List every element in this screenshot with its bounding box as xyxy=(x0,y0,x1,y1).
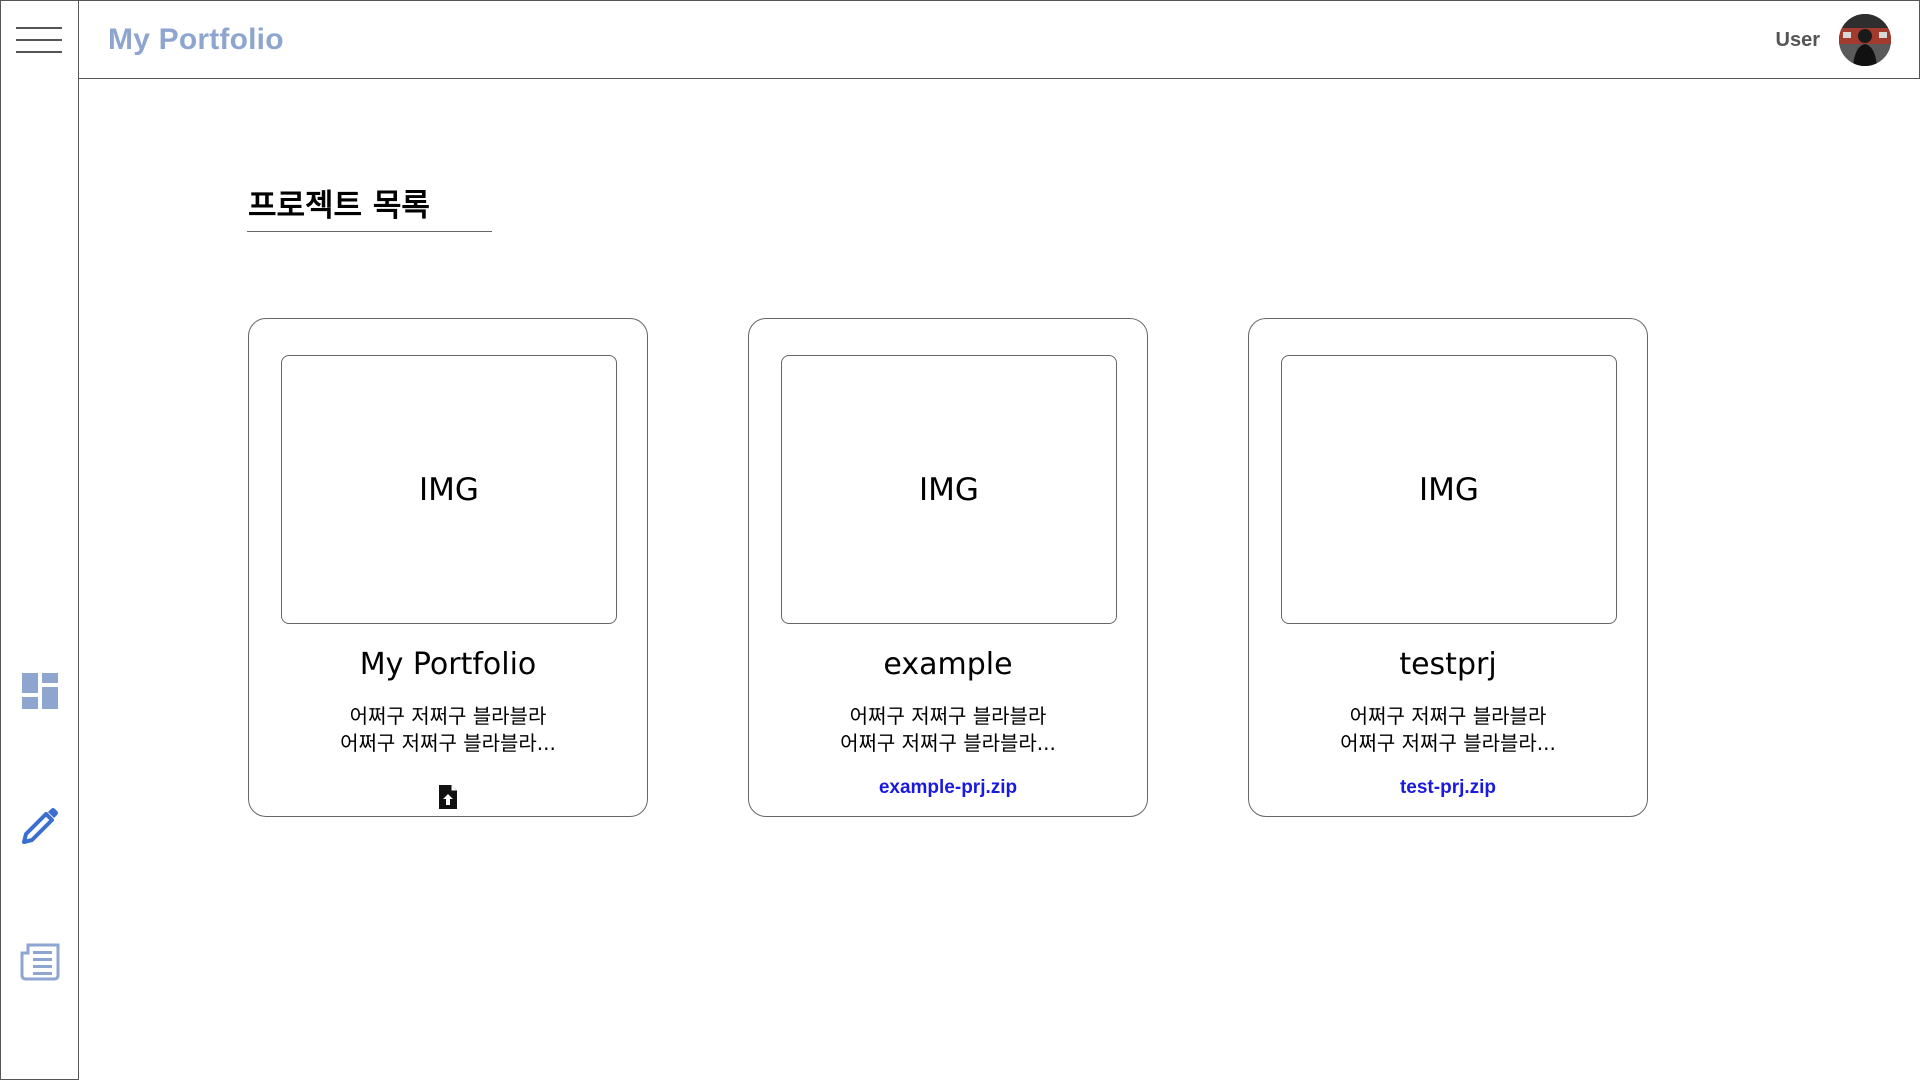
project-card[interactable]: IMG example 어쩌구 저쩌구 블라블라 어쩌구 저쩌구 블라블라...… xyxy=(748,318,1148,817)
top-header: My Portfolio User xyxy=(78,0,1920,79)
project-image-placeholder: IMG xyxy=(781,355,1117,624)
file-upload-icon[interactable] xyxy=(437,784,459,810)
project-title: example xyxy=(883,647,1013,682)
title-underline xyxy=(247,231,492,232)
attachment-link[interactable]: example-prj.zip xyxy=(749,777,1147,799)
project-description-line: 어쩌구 저쩌구 블라블라... xyxy=(340,731,556,755)
image-placeholder-label: IMG xyxy=(419,471,479,508)
project-description: 어쩌구 저쩌구 블라블라 어쩌구 저쩌구 블라블라... xyxy=(749,703,1147,757)
project-description-line: 어쩌구 저쩌구 블라블라 xyxy=(849,704,1047,728)
project-description-line: 어쩌구 저쩌구 블라블라... xyxy=(1340,731,1556,755)
hamburger-menu-icon[interactable] xyxy=(16,27,62,55)
document-list-icon[interactable] xyxy=(20,941,60,981)
project-description-line: 어쩌구 저쩌구 블라블라 xyxy=(1349,704,1547,728)
project-card[interactable]: IMG My Portfolio 어쩌구 저쩌구 블라블라 어쩌구 저쩌구 블라… xyxy=(248,318,648,817)
project-description: 어쩌구 저쩌구 블라블라 어쩌구 저쩌구 블라블라... xyxy=(1249,703,1647,757)
pencil-icon[interactable] xyxy=(20,806,60,846)
dashboard-icon[interactable] xyxy=(20,671,60,711)
project-image-placeholder: IMG xyxy=(281,355,617,624)
user-name-label: User xyxy=(1775,29,1820,51)
project-card[interactable]: IMG testprj 어쩌구 저쩌구 블라블라 어쩌구 저쩌구 블라블라...… xyxy=(1248,318,1648,817)
project-title: testprj xyxy=(1399,647,1497,682)
project-description-line: 어쩌구 저쩌구 블라블라... xyxy=(840,731,1056,755)
attachment-link[interactable]: test-prj.zip xyxy=(1249,777,1647,799)
project-description: 어쩌구 저쩌구 블라블라 어쩌구 저쩌구 블라블라... xyxy=(249,703,647,757)
page-title: 프로젝트 목록 xyxy=(248,188,430,224)
project-title: My Portfolio xyxy=(359,647,537,682)
image-placeholder-label: IMG xyxy=(1419,471,1479,508)
project-image-placeholder: IMG xyxy=(1281,355,1617,624)
sidebar xyxy=(0,0,79,1080)
avatar[interactable] xyxy=(1839,14,1891,66)
project-description-line: 어쩌구 저쩌구 블라블라 xyxy=(349,704,547,728)
image-placeholder-label: IMG xyxy=(919,471,979,508)
app-title[interactable]: My Portfolio xyxy=(108,23,284,57)
